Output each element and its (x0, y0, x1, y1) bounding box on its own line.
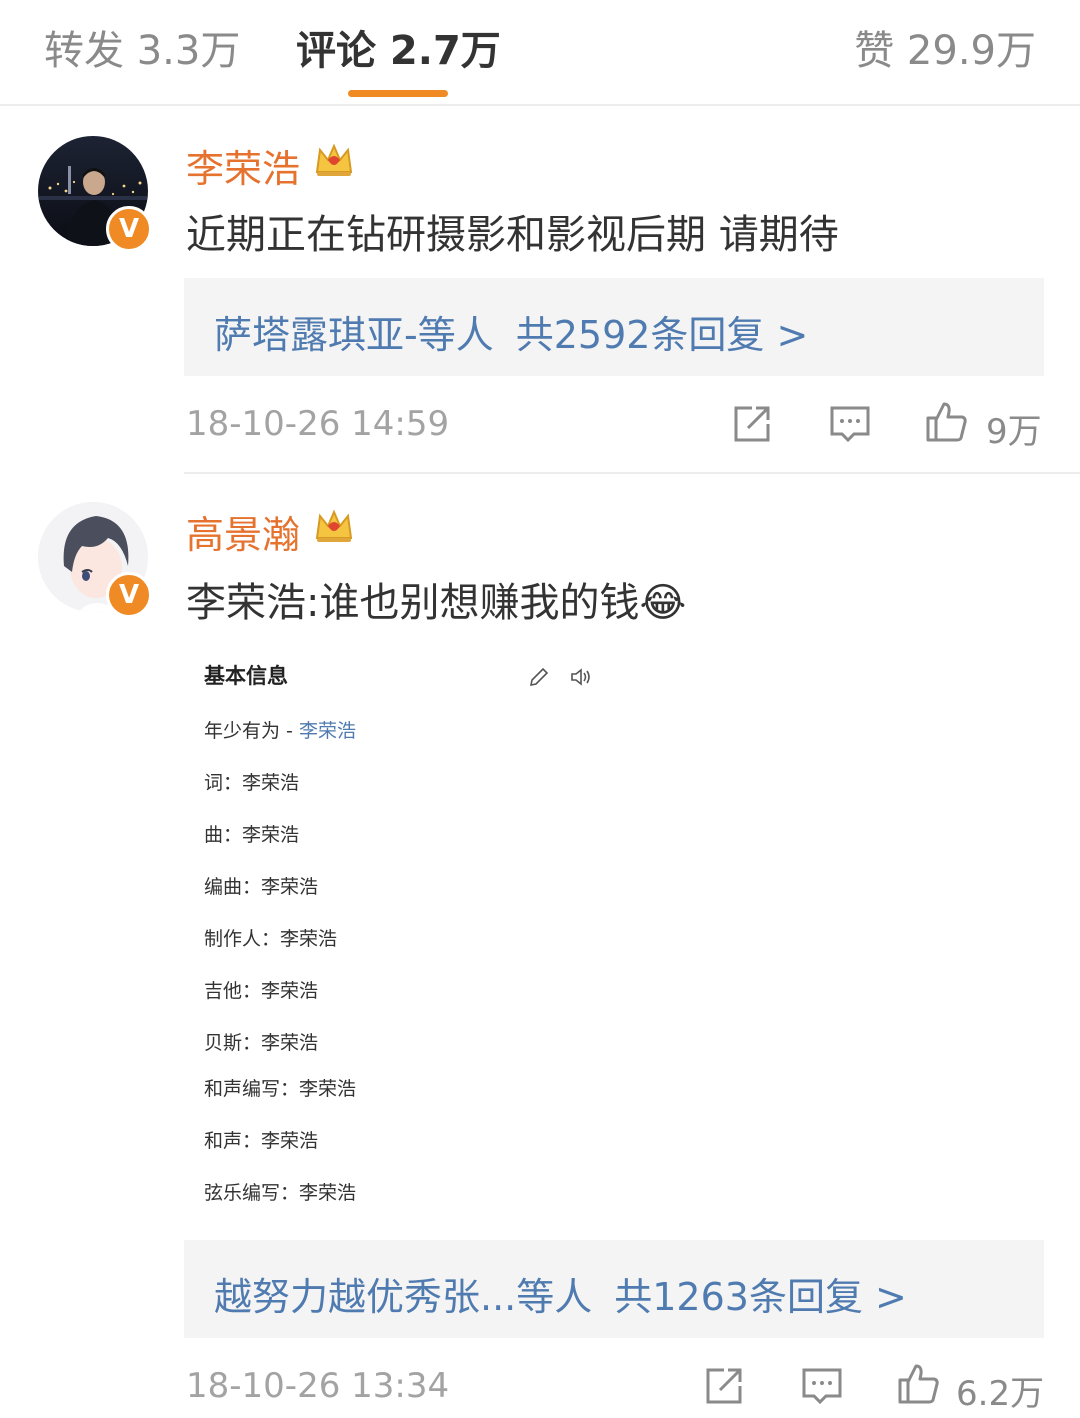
credits-row: 曲：李荣浩 (204, 824, 300, 846)
reply-users[interactable]: 萨塔露琪亚-等人 (214, 313, 494, 357)
comment-icon[interactable] (828, 402, 872, 446)
credits-row: 制作人：李荣浩 (204, 928, 338, 950)
verified-badge-icon: V (106, 572, 152, 618)
comment-text-body: 李荣浩:谁也别想赚我的钱 (186, 580, 640, 626)
reply-summary[interactable]: 萨塔露琪亚-等人 共2592条回复 > (184, 278, 1044, 376)
like-count: 9万 (986, 412, 1042, 452)
reply-users[interactable]: 越努力越优秀张...等人 (214, 1275, 592, 1319)
share-icon[interactable] (702, 1364, 746, 1408)
credits-title: 基本信息 (204, 664, 288, 688)
crown-icon (315, 509, 353, 542)
comment-timestamp: 18-10-26 14:59 (186, 404, 450, 444)
divider (184, 472, 1080, 474)
comment-timestamp: 18-10-26 13:34 (186, 1366, 450, 1406)
tab-like[interactable]: 赞 29.9万 (854, 18, 1036, 76)
credits-artist-link: 李荣浩 (298, 720, 356, 742)
tab-bar: 转发 3.3万 评论 2.7万 赞 29.9万 (0, 0, 1080, 106)
comment-icon[interactable] (800, 1364, 844, 1408)
comment-text: 近期正在钻研摄影和影视后期 请期待 (186, 212, 839, 258)
credits-row: 和声编写：李荣浩 (204, 1078, 357, 1100)
reply-count[interactable]: 共2592条回复 > (516, 313, 809, 357)
credits-row: 和声：李荣浩 (204, 1130, 319, 1152)
thumbs-up-icon[interactable] (896, 1362, 940, 1406)
song-credits-image: 基本信息 年少有为 - 李荣浩 词：李荣浩 曲：李荣浩 编曲：李荣浩 制作人：李… (186, 640, 786, 1220)
credits-row: 贝斯：李荣浩 (204, 1032, 319, 1054)
tab-repost[interactable]: 转发 3.3万 (44, 18, 240, 76)
speaker-icon (571, 668, 590, 686)
comment-text: 李荣浩:谁也别想赚我的钱😂 (186, 570, 686, 628)
edit-icon (529, 667, 549, 687)
laughing-emoji: 😂 (639, 580, 687, 626)
reply-count[interactable]: 共1263条回复 > (614, 1275, 907, 1319)
crown-icon (315, 143, 353, 176)
thumbs-up-icon[interactable] (924, 400, 968, 444)
credits-row: 吉他：李荣浩 (204, 980, 319, 1002)
credits-row: 编曲：李荣浩 (204, 876, 319, 898)
reply-summary[interactable]: 越努力越优秀张...等人 共1263条回复 > (184, 1240, 1044, 1338)
tab-comment[interactable]: 评论 2.7万 (296, 18, 501, 76)
verified-badge-icon: V (106, 206, 152, 252)
credits-song: 年少有为 - 李荣浩 (204, 720, 356, 742)
credits-row: 词：李荣浩 (204, 772, 300, 794)
comment-username[interactable]: 高景瀚 (186, 504, 300, 559)
share-icon[interactable] (730, 402, 774, 446)
credits-row: 弦乐编写：李荣浩 (204, 1182, 357, 1204)
comment-username[interactable]: 李荣浩 (186, 138, 300, 193)
active-tab-indicator (348, 90, 448, 97)
like-count: 6.2万 (956, 1374, 1045, 1414)
